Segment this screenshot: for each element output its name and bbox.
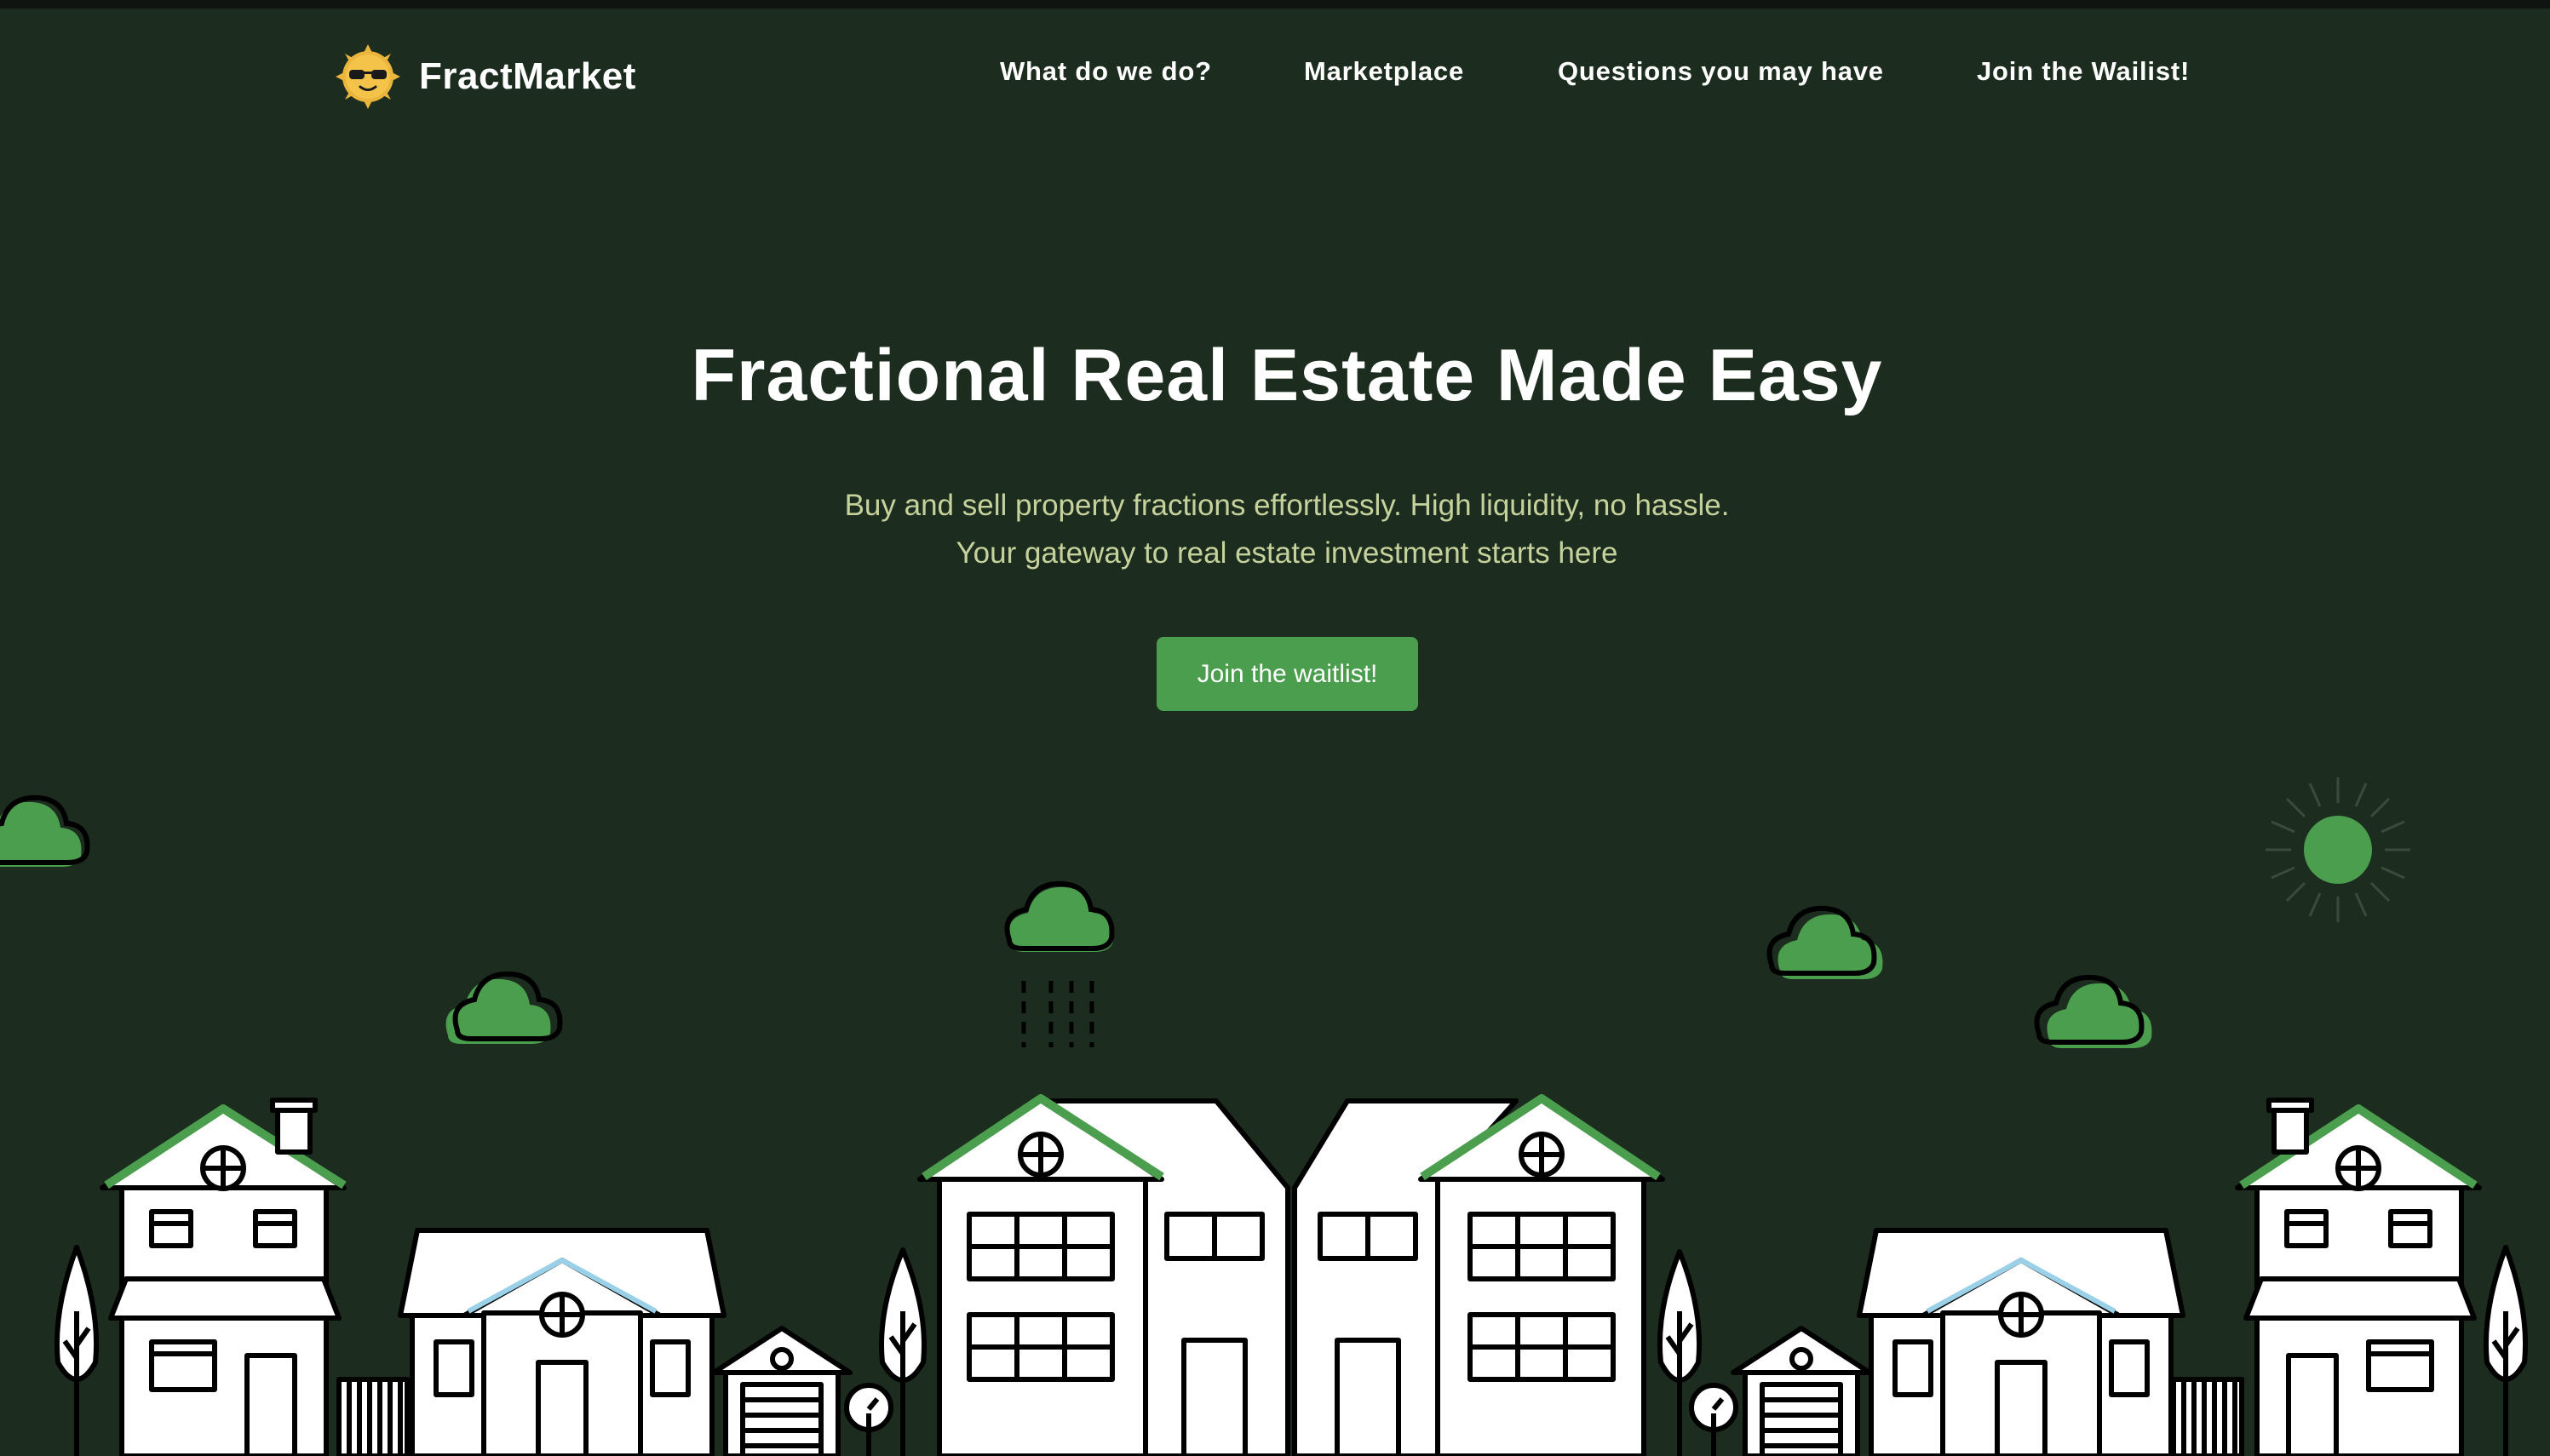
house-illustration <box>2235 1098 2482 1456</box>
join-waitlist-button[interactable]: Join the waitlist! <box>1157 637 1418 711</box>
sun-icon <box>2266 777 2410 922</box>
house-illustration <box>100 1098 347 1456</box>
tree-illustration <box>844 1383 893 1456</box>
hero-title: Fractional Real Estate Made Easy <box>691 335 1883 416</box>
sun-with-sunglasses-icon <box>336 44 400 109</box>
brand-name: FractMarket <box>419 55 636 97</box>
nav-marketplace[interactable]: Marketplace <box>1304 56 1464 87</box>
house-illustration <box>1857 1228 2185 1456</box>
nav-questions[interactable]: Questions you may have <box>1558 56 1884 87</box>
cloud-icon <box>0 798 88 867</box>
tree-illustration <box>54 1245 100 1456</box>
fence <box>2171 1377 2244 1456</box>
apartment-illustration <box>1292 1094 1665 1456</box>
brand[interactable]: FractMarket <box>334 43 636 111</box>
cloud-icon <box>445 974 560 1044</box>
landing-page: FractMarket What do we do? Marketplace Q… <box>0 0 2550 1456</box>
cloud-icon <box>1770 909 1883 979</box>
hero-subtitle-line1: Buy and sell property fractions effortle… <box>844 489 1730 522</box>
tree-illustration <box>2483 1245 2529 1456</box>
apartment-illustration <box>917 1094 1290 1456</box>
neighborhood-illustration <box>0 777 2529 1456</box>
site-header: FractMarket What do we do? Marketplace Q… <box>0 9 2550 136</box>
nav-join-waitlist[interactable]: Join the Wailist! <box>1977 56 2190 87</box>
cloud-icon <box>1008 884 1114 952</box>
garage-illustration <box>711 1326 853 1456</box>
tree-illustration <box>879 1247 927 1456</box>
house-illustration <box>398 1228 727 1456</box>
tree-illustration <box>1689 1383 1738 1456</box>
hero-subtitle-line2: Your gateway to real estate investment s… <box>956 536 1618 570</box>
rain-icon <box>1021 981 1094 1047</box>
tree-illustration <box>1657 1249 1703 1456</box>
cloud-icon <box>2037 977 2152 1048</box>
garage-illustration <box>1731 1326 1872 1456</box>
nav-what-we-do[interactable]: What do we do? <box>1000 56 1212 87</box>
top-border <box>0 0 2550 9</box>
fence <box>336 1377 410 1456</box>
